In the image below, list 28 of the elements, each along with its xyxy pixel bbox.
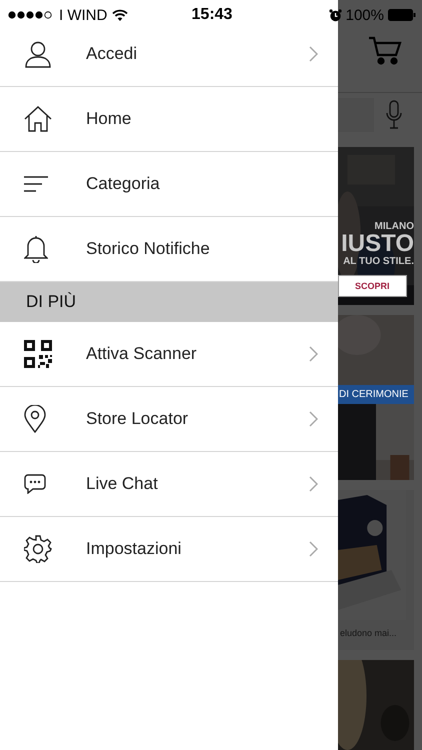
wifi-icon	[112, 9, 128, 21]
section-header: DI PIÙ	[0, 282, 338, 322]
location-pin-icon	[24, 405, 46, 433]
menu-item[interactable]: Attiva Scanner	[0, 322, 338, 387]
chevron-right-icon	[309, 411, 318, 427]
banner-subtitle: MILANO	[374, 221, 414, 232]
shopping-cart-icon	[368, 36, 402, 66]
lines-icon	[24, 176, 48, 192]
promo-label: DI CERIMONIE	[338, 385, 414, 404]
signal-icon	[8, 11, 54, 19]
microphone-icon	[386, 100, 402, 130]
bell-icon	[24, 235, 48, 263]
carrier-name: I WIND	[59, 6, 108, 24]
person-icon	[24, 40, 52, 68]
chat-bubble-icon	[24, 474, 46, 494]
discover-button[interactable]: SCOPRI	[338, 275, 407, 297]
battery-percentage: 100%	[346, 6, 384, 24]
home-icon	[24, 106, 52, 132]
qr-code-icon	[24, 340, 52, 368]
chevron-right-icon	[309, 46, 318, 62]
banner-tagline: AL TUO STILE.	[343, 256, 414, 267]
chevron-right-icon	[309, 346, 318, 362]
settings-icon	[24, 535, 52, 563]
chevron-right-icon	[309, 541, 318, 557]
battery-icon	[388, 9, 416, 21]
banner-title: IUSTO	[341, 232, 414, 256]
clock-time: 15:43	[192, 6, 232, 24]
chevron-right-icon	[309, 476, 318, 492]
